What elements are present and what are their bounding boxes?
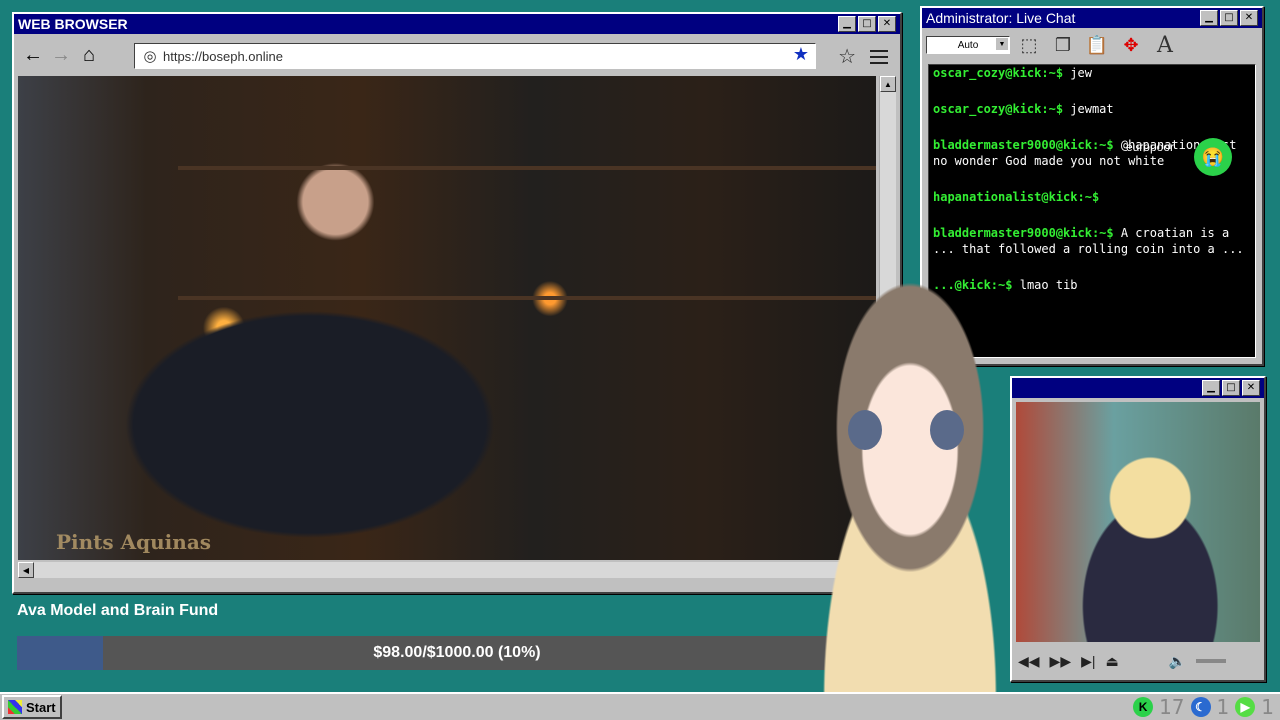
shelf bbox=[178, 166, 876, 170]
move-icon[interactable]: ✥ bbox=[1116, 31, 1146, 59]
chevron-down-icon: ▼ bbox=[996, 38, 1008, 50]
chat-toolbar: Auto ▼ ⬚ ❐ 📋 ✥ A bbox=[922, 28, 1262, 62]
taskbar: Start K 17 ☾ 1 ▶ 1 bbox=[0, 692, 1280, 720]
url-text: https://boseph.online bbox=[163, 48, 283, 64]
video-player[interactable]: Pints Aquinas bbox=[18, 76, 876, 560]
maximize-button[interactable]: □ bbox=[1220, 10, 1238, 26]
font-size-value: Auto bbox=[957, 39, 979, 51]
crying-emote-icon: 😭 bbox=[1194, 138, 1232, 176]
scroll-up-icon[interactable]: ▲ bbox=[880, 76, 896, 92]
minimize-button[interactable]: ▁ bbox=[838, 16, 856, 32]
chat-username[interactable]: oscar_cozy@kick:~$ bbox=[933, 102, 1063, 116]
rumble-icon[interactable]: ▶ bbox=[1235, 697, 1256, 717]
maximize-button[interactable]: □ bbox=[858, 16, 876, 32]
close-button[interactable]: ✕ bbox=[1240, 10, 1258, 26]
fund-title: Ava Model and Brain Fund bbox=[17, 602, 219, 619]
chat-username[interactable]: oscar_cozy@kick:~$ bbox=[933, 66, 1063, 80]
volume-icon[interactable]: 🔈 bbox=[1169, 653, 1186, 670]
vtuber-avatar bbox=[760, 270, 1060, 720]
browser-navbar: ← → ⌂ ◎ https://boseph.online ★ ☆ bbox=[18, 38, 896, 72]
chat-message: oscar_cozy@kick:~$ jewmat bbox=[933, 101, 1251, 117]
windows-logo-icon bbox=[8, 700, 22, 714]
back-icon[interactable]: ← bbox=[20, 42, 46, 68]
system-tray: K 17 ☾ 1 ▶ 1 bbox=[1133, 694, 1274, 720]
moon-icon[interactable]: ☾ bbox=[1190, 697, 1211, 717]
chat-text: jew bbox=[1070, 66, 1092, 80]
video-logo: Pints Aquinas bbox=[56, 530, 212, 554]
chat-username[interactable]: bladdermaster9000@kick:~$ bbox=[933, 226, 1114, 240]
rumble-count: 1 bbox=[1261, 695, 1274, 719]
copy-icon[interactable]: ❐ bbox=[1048, 31, 1078, 59]
emote-label: europoor bbox=[1125, 140, 1174, 154]
bookmark-star-icon[interactable]: ★ bbox=[793, 44, 809, 65]
chat-text: jewmat bbox=[1070, 102, 1114, 116]
address-bar[interactable]: ◎ https://boseph.online ★ bbox=[134, 43, 816, 69]
close-button[interactable]: ✕ bbox=[1242, 380, 1260, 396]
select-icon[interactable]: ⬚ bbox=[1014, 31, 1044, 59]
font-size-dropdown[interactable]: Auto ▼ bbox=[926, 36, 1010, 54]
paste-icon[interactable]: 📋 bbox=[1082, 31, 1112, 59]
chat-message: oscar_cozy@kick:~$ jew bbox=[933, 65, 1251, 81]
home-icon[interactable]: ⌂ bbox=[76, 42, 102, 68]
chat-message: hapanationalist@kick:~$ bbox=[933, 189, 1251, 205]
maximize-button[interactable]: □ bbox=[1222, 380, 1240, 396]
start-button[interactable]: Start bbox=[2, 695, 62, 719]
chat-title: Administrator: Live Chat bbox=[926, 10, 1076, 26]
eject-icon[interactable]: ⏏ bbox=[1106, 653, 1119, 670]
chat-titlebar[interactable]: Administrator: Live Chat ▁ □ ✕ bbox=[922, 8, 1262, 28]
favorites-star-icon[interactable]: ☆ bbox=[838, 44, 856, 69]
forward-icon[interactable]: → bbox=[48, 42, 74, 68]
avatar-eye bbox=[930, 410, 964, 450]
minimize-button[interactable]: ▁ bbox=[1200, 10, 1218, 26]
volume-slider[interactable] bbox=[1196, 659, 1227, 663]
chat-username[interactable]: hapanationalist@kick:~$ bbox=[933, 190, 1099, 204]
close-button[interactable]: ✕ bbox=[878, 16, 896, 32]
globe-icon: ◎ bbox=[143, 48, 157, 65]
browser-title: WEB BROWSER bbox=[18, 16, 128, 32]
chat-message: bladdermaster9000@kick:~$ A croatian is … bbox=[933, 225, 1251, 257]
avatar-eye bbox=[848, 410, 882, 450]
minimize-button[interactable]: ▁ bbox=[1202, 380, 1220, 396]
horizontal-scrollbar[interactable]: ◀ bbox=[18, 562, 876, 578]
font-icon[interactable]: A bbox=[1150, 31, 1180, 59]
moon-count: 1 bbox=[1216, 695, 1230, 719]
skip-next-icon[interactable]: ▶| bbox=[1081, 653, 1095, 670]
kick-icon[interactable]: K bbox=[1133, 697, 1154, 717]
chat-username[interactable]: bladdermaster9000@kick:~$ bbox=[933, 138, 1114, 152]
start-label: Start bbox=[26, 699, 56, 715]
kick-count: 17 bbox=[1159, 695, 1185, 719]
menu-icon[interactable] bbox=[870, 46, 888, 68]
browser-titlebar[interactable]: WEB BROWSER ▁ □ ✕ bbox=[14, 14, 900, 34]
scroll-left-icon[interactable]: ◀ bbox=[18, 562, 34, 578]
